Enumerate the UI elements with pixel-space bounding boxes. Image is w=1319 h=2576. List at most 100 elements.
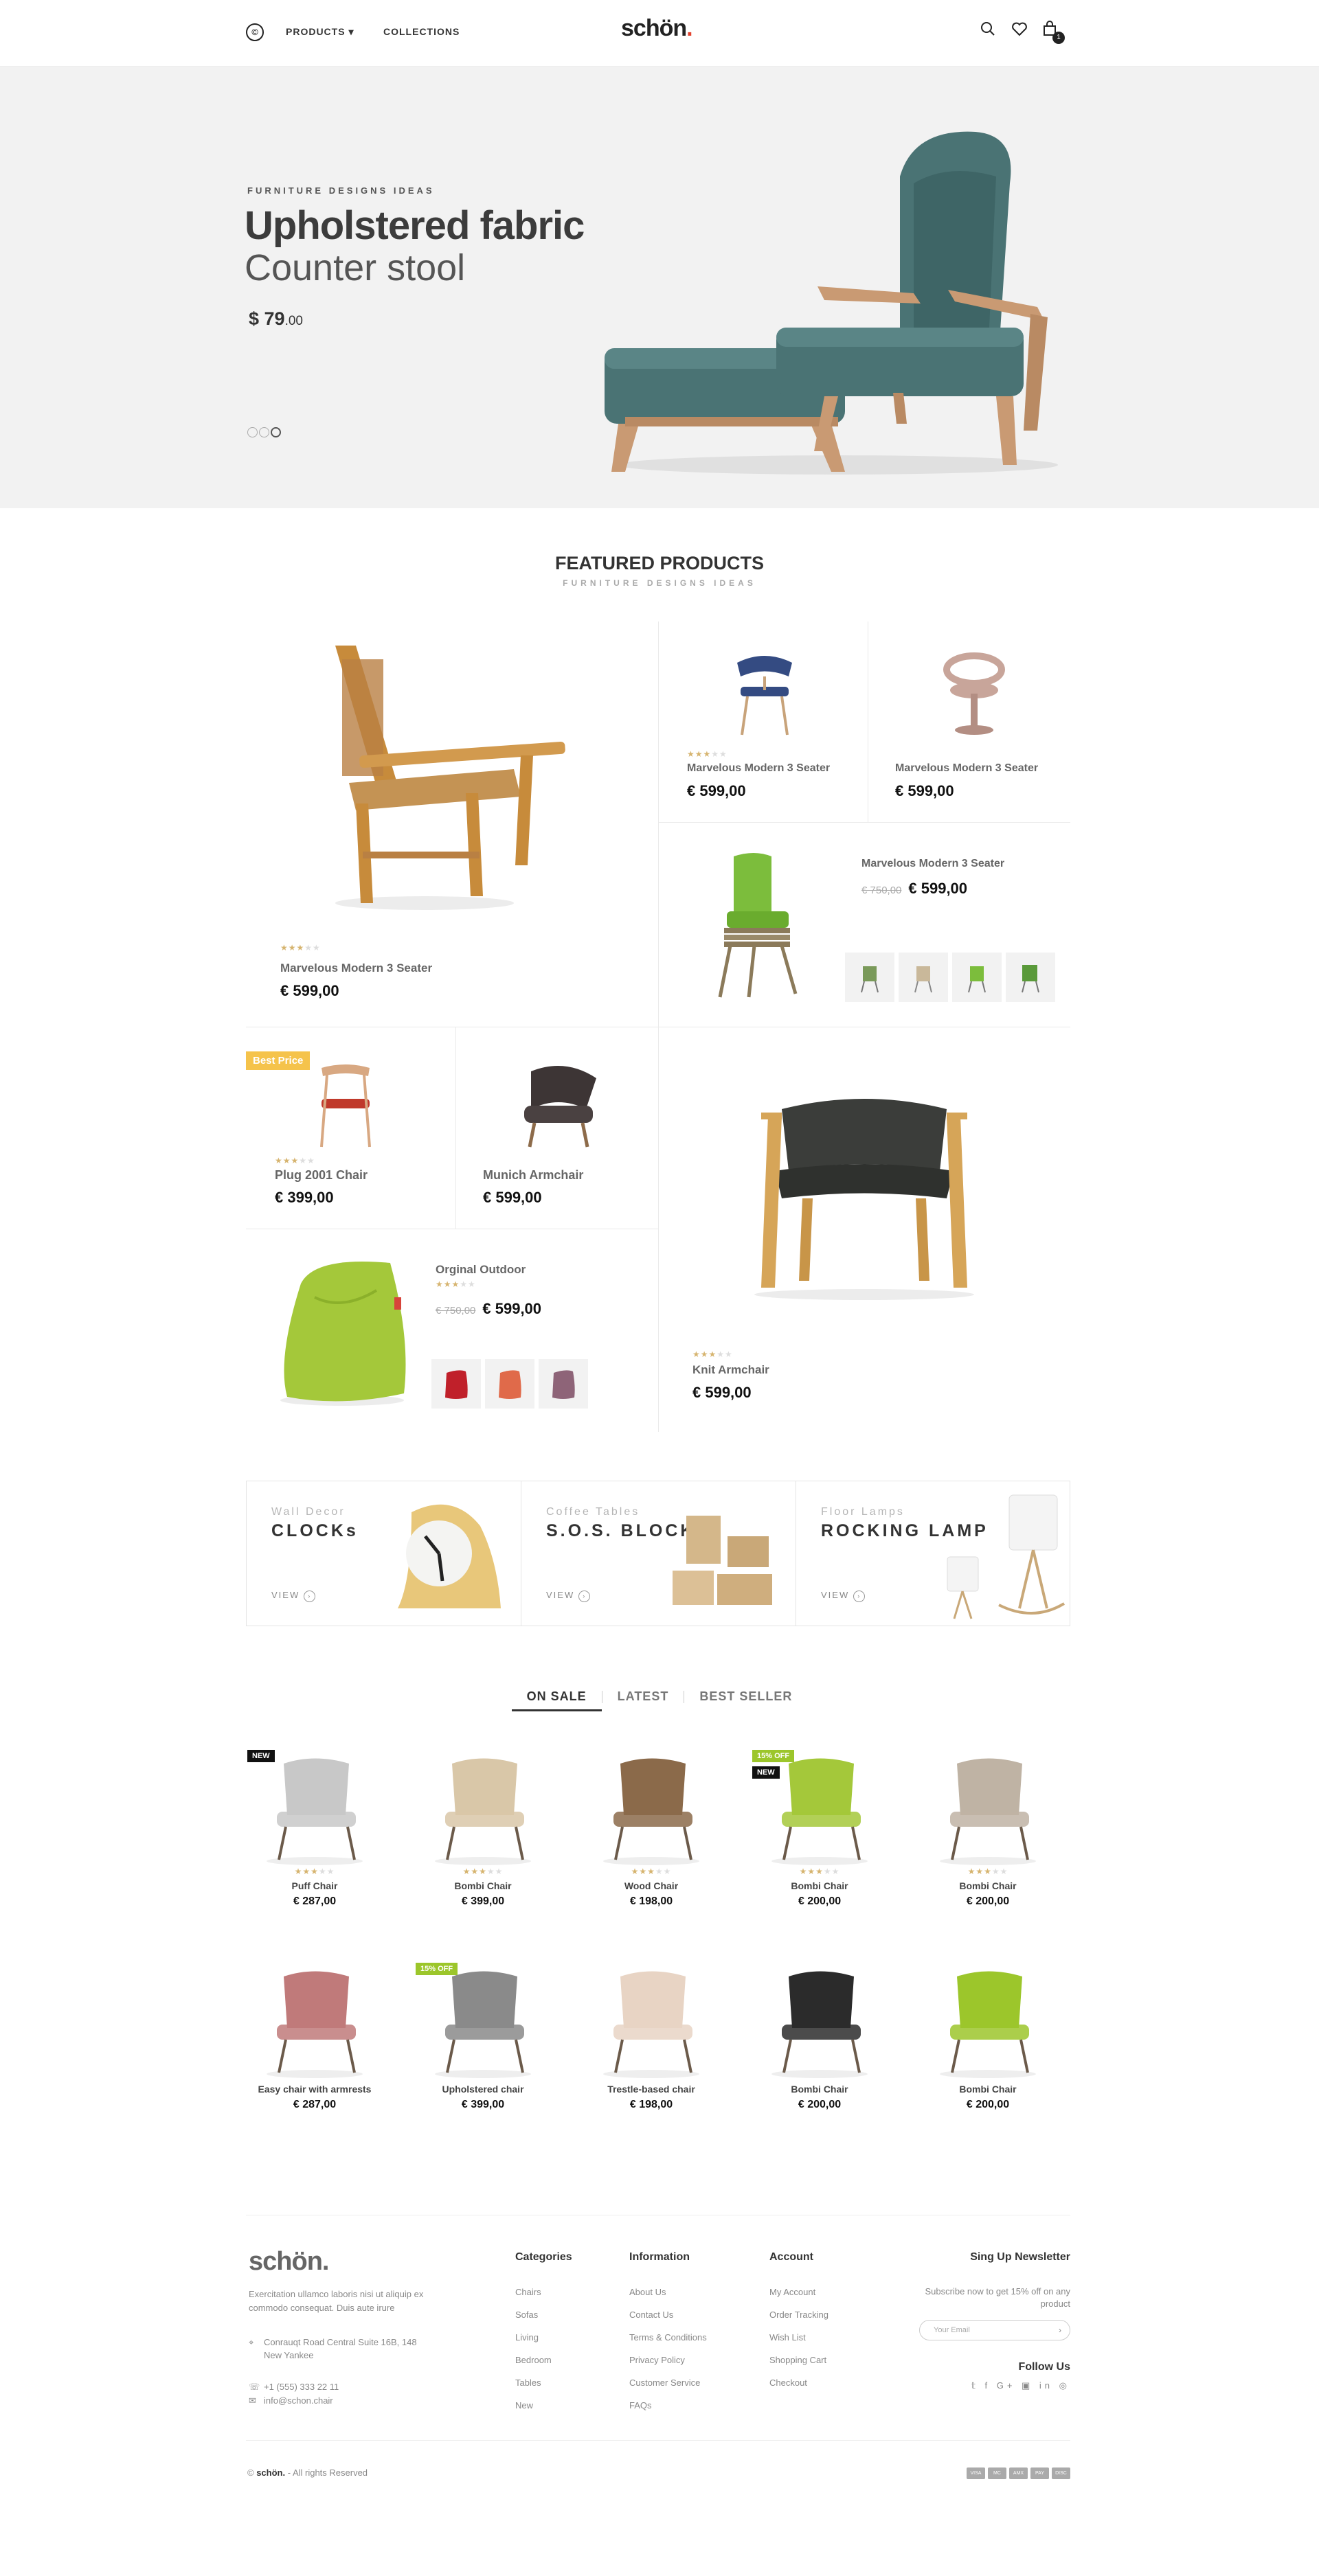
footer-link[interactable]: Terms & Conditions <box>629 2332 707 2355</box>
featured-product-card[interactable]: Munich Armchair € 599,00 <box>455 1027 658 1229</box>
color-thumbnail[interactable] <box>845 953 894 1002</box>
hero-title: Upholstered fabric <box>245 203 585 248</box>
category-banner-blocks[interactable]: Coffee Tables S.O.S. BLOCKS VIEW › <box>521 1481 796 1626</box>
footer-link[interactable]: Chairs <box>515 2287 572 2310</box>
footer-link[interactable]: Privacy Policy <box>629 2355 707 2378</box>
slider-dot[interactable] <box>247 427 258 437</box>
rating-stars: ★★★★★ <box>294 1867 335 1876</box>
product-card[interactable]: ★★★★★ Bombi Chair € 200,00 15% OFF NEW <box>737 1750 902 1908</box>
site-logo[interactable]: schön. <box>621 15 693 42</box>
site-footer: schön. Exercitation ullamco laboris nisi… <box>246 2215 1070 2517</box>
featured-product-card[interactable]: ★★★★★ Marvelous Modern 3 Seater € 599,00 <box>658 622 868 822</box>
footer-link[interactable]: My Account <box>769 2287 828 2310</box>
product-image <box>603 1758 699 1865</box>
category-banner-clocks[interactable]: Wall Decor CLOCKs VIEW › <box>247 1481 521 1626</box>
rating-stars: ★★★★★ <box>967 1867 1008 1876</box>
product-name[interactable]: Marvelous Modern 3 Seater <box>895 762 1038 775</box>
color-thumbnail[interactable] <box>485 1359 534 1409</box>
submit-arrow-icon[interactable]: › <box>1059 2321 1061 2340</box>
color-thumbnail[interactable] <box>539 1359 588 1409</box>
product-card[interactable]: Easy chair with armrests € 287,00 <box>232 1963 397 2111</box>
featured-title: FEATURED PRODUCTS <box>554 553 764 573</box>
color-thumbnail[interactable] <box>899 953 948 1002</box>
product-name[interactable]: Orginal Outdoor <box>436 1263 526 1277</box>
cart-icon[interactable]: 1 <box>1039 21 1065 44</box>
product-card[interactable]: ★★★★★ Wood Chair € 198,00 <box>569 1750 734 1908</box>
product-image <box>435 1758 531 1865</box>
old-price: € 750,00 <box>861 885 902 896</box>
footer-link[interactable]: Shopping Cart <box>769 2355 828 2378</box>
category-view-link[interactable]: VIEW › <box>271 1590 316 1602</box>
footer-address: ⌖ Conrauqt Road Central Suite 16B, 148 Ne… <box>249 2337 417 2360</box>
social-icons[interactable]: 𝕥 f G+ ▣ in ◎ <box>905 2380 1070 2391</box>
footer-link[interactable]: Checkout <box>769 2378 828 2400</box>
product-name[interactable]: Marvelous Modern 3 Seater <box>861 858 1004 870</box>
rating-stars: ★★★★★ <box>692 1349 733 1359</box>
featured-product-card[interactable]: Marvelous Modern 3 Seater € 750,00 € 599,… <box>658 822 1070 1027</box>
footer-link[interactable]: Living <box>515 2332 572 2355</box>
product-card[interactable]: ★★★★★ Puff Chair € 287,00 NEW <box>232 1750 397 1908</box>
product-name[interactable]: Marvelous Modern 3 Seater <box>280 961 432 975</box>
product-card[interactable]: ★★★★★ Bombi Chair € 200,00 <box>905 1750 1070 1908</box>
footer-link[interactable]: Tables <box>515 2378 572 2400</box>
tab-on-sale[interactable]: ON SALE <box>511 1689 602 1711</box>
product-price: € 287,00 <box>293 1895 337 1907</box>
product-name[interactable]: Puff Chair <box>232 1880 397 1891</box>
product-name[interactable]: Munich Armchair <box>483 1168 583 1183</box>
footer-link[interactable]: Wish List <box>769 2332 828 2355</box>
footer-link[interactable]: Bedroom <box>515 2355 572 2378</box>
product-name[interactable]: Bombi Chair <box>737 1880 902 1891</box>
footer-logo[interactable]: schön. <box>249 2247 329 2277</box>
product-card[interactable]: Upholstered chair € 399,00 15% OFF <box>401 1963 565 2111</box>
category-banner-lamp[interactable]: Floor Lamps ROCKING LAMP VIEW › <box>796 1481 1070 1626</box>
footer-email[interactable]: ✉ info@schon.chair <box>249 2394 333 2407</box>
product-name[interactable]: Easy chair with armrests <box>232 2084 397 2095</box>
color-thumbnail[interactable] <box>1006 953 1055 1002</box>
slider-dot-active[interactable] <box>271 427 281 437</box>
footer-link[interactable]: New <box>515 2400 572 2423</box>
nav-collections[interactable]: COLLECTIONS <box>383 26 460 37</box>
category-view-link[interactable]: VIEW › <box>546 1590 591 1602</box>
product-card[interactable]: ★★★★★ Bombi Chair € 399,00 <box>401 1750 565 1908</box>
footer-link[interactable]: About Us <box>629 2287 707 2310</box>
category-view-link[interactable]: VIEW › <box>821 1590 866 1602</box>
product-name[interactable]: Bombi Chair <box>905 1880 1070 1891</box>
product-card[interactable]: Bombi Chair € 200,00 <box>905 1963 1070 2111</box>
featured-product-card[interactable]: ★★★★★ Knit Armchair € 599,00 <box>658 1027 1070 1432</box>
tab-best-seller[interactable]: BEST SELLER <box>684 1689 807 1704</box>
featured-product-card[interactable]: Orginal Outdoor ★★★★★ € 750,00 € 599,00 <box>246 1229 658 1432</box>
product-price: € 200,00 <box>966 2099 1010 2110</box>
product-name[interactable]: Knit Armchair <box>692 1363 769 1377</box>
product-name[interactable]: Bombi Chair <box>905 2084 1070 2095</box>
product-name[interactable]: Wood Chair <box>569 1880 734 1891</box>
footer-link[interactable]: Order Tracking <box>769 2310 828 2332</box>
featured-product-card[interactable]: Marvelous Modern 3 Seater € 599,00 <box>868 622 1070 822</box>
footer-link[interactable]: Contact Us <box>629 2310 707 2332</box>
product-name[interactable]: Trestle-based chair <box>569 2084 734 2095</box>
footer-link[interactable]: Customer Service <box>629 2378 707 2400</box>
best-price-badge: Best Price <box>246 1051 311 1070</box>
wooden-blocks-image <box>673 1516 772 1605</box>
product-name[interactable]: Bombi Chair <box>401 1880 565 1891</box>
footer-link[interactable]: FAQs <box>629 2400 707 2423</box>
featured-product-card[interactable]: ★★★★★ Marvelous Modern 3 Seater € 599,00 <box>246 622 658 1027</box>
product-card[interactable]: Trestle-based chair € 198,00 <box>569 1963 734 2111</box>
color-thumbnail[interactable] <box>952 953 1002 1002</box>
newsletter-email-input[interactable]: Your Email › <box>919 2320 1070 2340</box>
product-name[interactable]: Upholstered chair <box>401 2084 565 2095</box>
product-name[interactable]: Marvelous Modern 3 Seater <box>687 762 830 775</box>
logo-circle-icon[interactable]: © <box>246 23 264 41</box>
footer-link[interactable]: Sofas <box>515 2310 572 2332</box>
product-name[interactable]: Plug 2001 Chair <box>275 1168 368 1183</box>
nav-products[interactable]: PRODUCTS ▾ <box>286 26 354 38</box>
slider-dot[interactable] <box>259 427 269 437</box>
product-name[interactable]: Bombi Chair <box>737 2084 902 2095</box>
search-icon[interactable] <box>977 21 999 43</box>
product-card[interactable]: Bombi Chair € 200,00 <box>737 1963 902 2111</box>
category-title: CLOCKs <box>271 1521 359 1540</box>
heart-icon[interactable] <box>1008 21 1030 43</box>
featured-product-card[interactable]: Best Price ★★★★★ Plug 2001 Chair € 399,0… <box>246 1027 455 1229</box>
site-header: © PRODUCTS ▾ COLLECTIONS schön. 1 <box>0 0 1319 67</box>
tab-latest[interactable]: LATEST <box>602 1689 684 1704</box>
color-thumbnail[interactable] <box>431 1359 481 1409</box>
